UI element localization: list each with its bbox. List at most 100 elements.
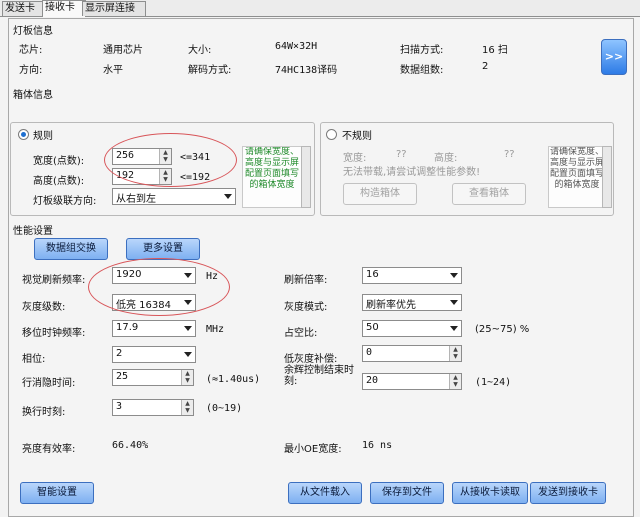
size-label: 大小: xyxy=(188,45,212,56)
gray-level-value: 低亮 16384 xyxy=(116,300,171,311)
tab-bar: 发送卡 接收卡 显示屏连接 xyxy=(0,0,640,17)
line-change-stepper[interactable]: 3 ▲ ▼ xyxy=(112,399,194,416)
width-hint: <=341 xyxy=(180,152,211,163)
view-cabinet-button[interactable]: 查看箱体 xyxy=(452,183,526,205)
low-gray-comp-stepper[interactable]: 0 ▲ ▼ xyxy=(362,345,462,362)
spin-buttons[interactable]: ▲ ▼ xyxy=(449,374,461,389)
gray-level-select[interactable]: 低亮 16384 xyxy=(112,294,196,311)
decode-value: 74HC138译码 xyxy=(275,65,338,76)
height-value: 192 xyxy=(116,170,135,181)
scan-label: 扫描方式: xyxy=(400,45,444,56)
line-change-range: (0~19) xyxy=(206,403,243,414)
direction-label: 方向: xyxy=(19,65,43,76)
irregular-note-scrollbar[interactable] xyxy=(602,146,612,208)
irr-height-value: ?? xyxy=(504,149,515,160)
line-change-value: 3 xyxy=(116,401,123,412)
irr-width-label: 宽度: xyxy=(343,153,367,164)
width-spin-buttons[interactable]: ▲ ▼ xyxy=(159,149,171,164)
chevron-down-icon xyxy=(450,326,458,331)
duty-select[interactable]: 50 xyxy=(362,320,462,337)
height-stepper[interactable]: 192 ▲ ▼ xyxy=(112,168,172,185)
chevron-down-icon xyxy=(184,273,192,278)
next-page-button[interactable]: >> xyxy=(601,39,627,75)
phase-label: 相位: xyxy=(22,354,46,365)
phase-select[interactable]: 2 xyxy=(112,346,196,363)
low-gray-comp-label: 低灰度补偿: xyxy=(284,354,338,365)
irr-width-value: ?? xyxy=(396,149,407,160)
refresh-freq-select[interactable]: 1920 xyxy=(112,267,196,284)
blank-time-stepper[interactable]: 25 ▲ ▼ xyxy=(112,369,194,386)
spin-buttons[interactable]: ▲ ▼ xyxy=(181,370,193,385)
spin-buttons[interactable]: ▲ ▼ xyxy=(449,346,461,361)
regular-radio[interactable] xyxy=(18,129,29,140)
low-gray-comp-value: 0 xyxy=(366,347,373,358)
data-group-swap-button[interactable]: 数据组交换 xyxy=(34,238,108,260)
height-label: 高度(点数): xyxy=(33,176,85,187)
tab-sender-card[interactable]: 发送卡 xyxy=(2,1,46,16)
afterglow-label: 余辉控制结束时刻: xyxy=(284,365,354,387)
chip-value: 通用芯片 xyxy=(103,45,143,56)
refresh-mult-select[interactable]: 16 xyxy=(362,267,462,284)
irregular-note: 请确保宽度、高度与显示屏配置页面填写的箱体宽度 xyxy=(548,146,606,208)
irr-message: 无法带载,请尝试调整性能参数! xyxy=(343,167,481,178)
irregular-radio[interactable] xyxy=(326,129,337,140)
width-stepper[interactable]: 256 ▲ ▼ xyxy=(112,148,172,165)
cascade-label: 灯板级联方向: xyxy=(33,196,97,207)
afterglow-value: 20 xyxy=(366,375,379,386)
board-info-title: 灯板信息 xyxy=(13,26,53,37)
read-from-receiver-button[interactable]: 从接收卡读取 xyxy=(452,482,528,504)
gray-mode-label: 灰度模式: xyxy=(284,302,328,313)
data-groups-value: 2 xyxy=(482,61,489,72)
smart-settings-button[interactable]: 智能设置 xyxy=(20,482,94,504)
duty-label: 占空比: xyxy=(284,328,318,339)
scan-value: 16 扫 xyxy=(482,45,508,56)
width-label: 宽度(点数): xyxy=(33,156,85,167)
send-to-receiver-button[interactable]: 发送到接收卡 xyxy=(530,482,606,504)
cabinet-info-title: 箱体信息 xyxy=(13,90,53,101)
build-cabinet-button[interactable]: 构造箱体 xyxy=(343,183,417,205)
tab-screen-connection[interactable]: 显示屏连接 xyxy=(82,1,146,16)
chevron-down-icon xyxy=(450,300,458,305)
irr-height-label: 高度: xyxy=(434,153,458,164)
irregular-label: 不规则 xyxy=(340,127,374,142)
chevron-down-icon xyxy=(184,300,192,305)
chevron-down-icon xyxy=(184,352,192,357)
phase-value: 2 xyxy=(116,348,123,359)
more-settings-button[interactable]: 更多设置 xyxy=(126,238,200,260)
duty-range: (25~75) % xyxy=(475,324,530,335)
height-spin-buttons[interactable]: ▲ ▼ xyxy=(159,169,171,184)
gray-mode-value: 刷新率优先 xyxy=(366,300,416,311)
cascade-value: 从右到左 xyxy=(116,194,156,205)
decode-label: 解码方式: xyxy=(188,65,232,76)
width-value: 256 xyxy=(116,150,135,161)
regular-note-scrollbar[interactable] xyxy=(301,146,311,208)
shift-clock-unit: MHz xyxy=(206,324,225,335)
cascade-select[interactable]: 从右到左 xyxy=(112,188,236,205)
tab-receiver-card[interactable]: 接收卡 xyxy=(42,0,86,17)
shift-clock-value: 17.9 xyxy=(116,322,139,333)
line-change-label: 换行时刻: xyxy=(22,407,66,418)
brightness-eff-value: 66.40% xyxy=(112,440,149,451)
shift-clock-label: 移位时钟频率: xyxy=(22,328,86,339)
chevron-down-icon xyxy=(224,194,232,199)
gray-level-label: 灰度级数: xyxy=(22,302,66,313)
refresh-mult-value: 16 xyxy=(366,269,379,280)
afterglow-stepper[interactable]: 20 ▲ ▼ xyxy=(362,373,462,390)
blank-time-value: 25 xyxy=(116,371,129,382)
refresh-freq-label: 视觉刷新频率: xyxy=(22,275,86,286)
performance-title: 性能设置 xyxy=(13,226,53,237)
regular-label: 规则 xyxy=(31,127,55,142)
height-hint: <=192 xyxy=(180,172,211,183)
save-to-file-button[interactable]: 保存到文件 xyxy=(370,482,444,504)
direction-value: 水平 xyxy=(103,65,123,76)
chip-label: 芯片: xyxy=(19,45,43,56)
blank-time-hint: (≈1.40us) xyxy=(206,374,261,385)
load-from-file-button[interactable]: 从文件载入 xyxy=(288,482,362,504)
refresh-freq-value: 1920 xyxy=(116,269,142,280)
regular-note: 请确保宽度、高度与显示屏配置页面填写的箱体宽度 xyxy=(242,146,302,208)
brightness-eff-label: 亮度有效率: xyxy=(22,444,76,455)
duty-value: 50 xyxy=(366,322,379,333)
spin-buttons[interactable]: ▲ ▼ xyxy=(181,400,193,415)
gray-mode-select[interactable]: 刷新率优先 xyxy=(362,294,462,311)
shift-clock-select[interactable]: 17.9 xyxy=(112,320,196,337)
